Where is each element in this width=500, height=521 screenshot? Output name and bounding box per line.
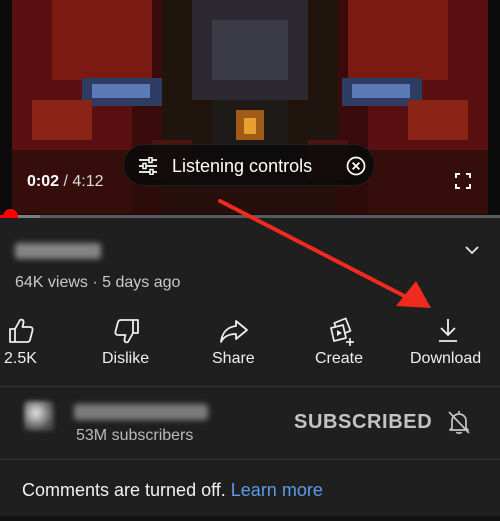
like-count: 2.5K	[4, 350, 37, 367]
share-arrow-icon	[220, 320, 248, 343]
thumbs-up-icon	[9, 318, 34, 343]
channel-row[interactable]: 53M subscribers SUBSCRIBED	[0, 387, 500, 459]
channel-name-blurred[interactable]	[74, 404, 208, 420]
dislike-button[interactable]: Dislike	[98, 310, 158, 386]
download-button[interactable]: Download	[408, 310, 486, 386]
create-button[interactable]: Create	[312, 310, 372, 386]
dislike-label: Dislike	[102, 350, 150, 367]
subscribed-button[interactable]: SUBSCRIBED	[294, 411, 432, 434]
scrubber-handle[interactable]	[3, 209, 18, 218]
share-label: Share	[212, 350, 255, 367]
bell-off-icon[interactable]	[446, 409, 472, 435]
share-button[interactable]: Share	[210, 310, 260, 386]
video-meta: 64K views · 5 days ago	[15, 274, 181, 291]
tune-icon	[139, 157, 157, 175]
subscriber-count: 53M subscribers	[76, 427, 194, 444]
create-label: Create	[315, 350, 364, 367]
listening-controls-label: Listening controls	[172, 156, 313, 176]
action-bar: 2.5K Dislike Share Create Download	[0, 310, 500, 386]
download-icon	[439, 319, 457, 342]
comments-off-text: Comments are turned off.	[22, 480, 226, 500]
thumbs-down-icon	[114, 319, 139, 344]
download-label: Download	[410, 350, 482, 367]
video-player[interactable]: 0:02 / 4:12 Listening controls	[0, 0, 500, 218]
duration: 4:12	[72, 173, 104, 190]
learn-more-link[interactable]: Learn more	[231, 480, 323, 500]
close-icon[interactable]	[346, 156, 366, 176]
divider	[0, 459, 500, 460]
chevron-down-icon[interactable]	[464, 244, 480, 256]
time-display: 0:02 / 4:12	[27, 173, 104, 191]
current-time: 0:02	[27, 173, 60, 190]
video-title-blurred[interactable]	[15, 243, 101, 259]
listening-controls-chip[interactable]: Listening controls	[123, 144, 375, 186]
fullscreen-icon[interactable]	[455, 173, 471, 189]
video-info-panel: 64K views · 5 days ago 2.5K Dislike Shar…	[0, 218, 500, 521]
bottom-strip	[0, 516, 500, 521]
like-button[interactable]: 2.5K	[0, 310, 44, 386]
player-overlay: 0:02 / 4:12 Listening controls	[0, 0, 500, 218]
create-sparkle-icon	[330, 317, 354, 346]
comments-status: Comments are turned off. Learn more	[22, 480, 323, 501]
channel-avatar[interactable]	[24, 401, 54, 431]
time-separator: /	[59, 173, 73, 190]
